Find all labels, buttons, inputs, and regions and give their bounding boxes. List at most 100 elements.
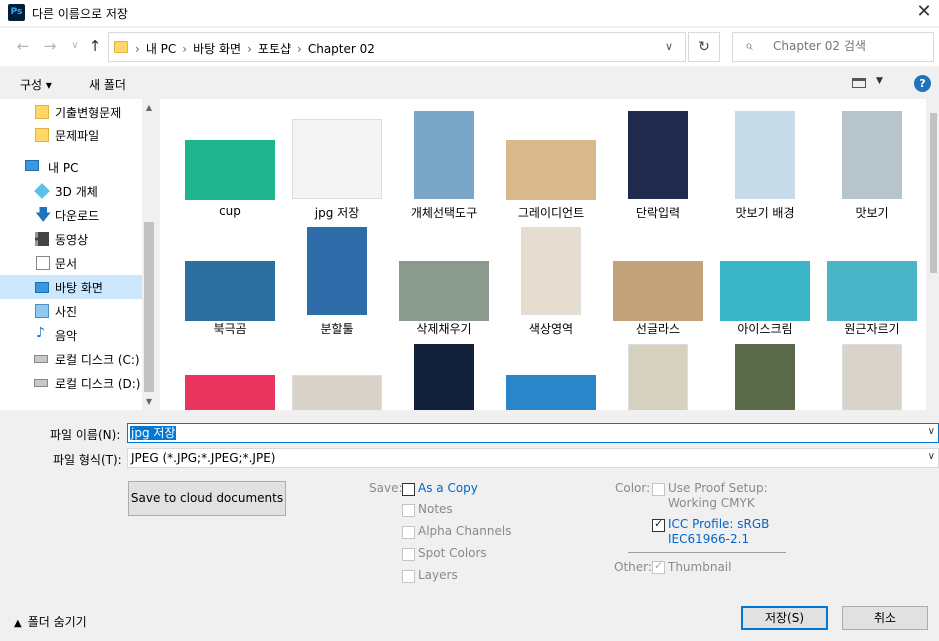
scroll-up-icon[interactable]: ▲ [144, 103, 154, 112]
file-item[interactable]: 북극곰 [182, 216, 278, 336]
address-dropdown-chevron-icon[interactable]: ∨ [665, 40, 673, 53]
sidebar-item-music[interactable]: ♪ 음악 [0, 323, 142, 347]
file-thumbnail [185, 375, 275, 410]
notes-checkbox [402, 504, 415, 517]
file-item[interactable] [503, 333, 599, 410]
folder-icon [114, 41, 128, 53]
use-proof-setup-checkbox [652, 483, 665, 496]
refresh-button[interactable]: ↻ [688, 32, 720, 62]
file-item[interactable] [289, 333, 385, 410]
file-item[interactable]: 색상영역 [503, 216, 599, 336]
new-folder-button[interactable]: 새 폴더 [89, 76, 126, 93]
crumb-item[interactable]: 포토샵 [258, 42, 291, 56]
scroll-down-icon[interactable]: ▼ [144, 397, 154, 406]
drive-icon [34, 355, 48, 363]
crumb-item[interactable]: 바탕 화면 [193, 42, 241, 56]
file-item[interactable]: 단락입력 [610, 99, 706, 220]
chevron-up-icon: ▲ [14, 618, 22, 629]
sidebar-item-downloads[interactable]: 🡇 다운로드 [0, 203, 142, 227]
file-item[interactable] [396, 333, 492, 410]
divider [628, 552, 786, 553]
search-box[interactable]: ⌕ [732, 32, 934, 62]
sidebar-item-label: 동영상 [55, 233, 89, 247]
sidebar-item-documents[interactable]: 문서 [0, 251, 142, 275]
file-item[interactable]: jpg 저장 [289, 99, 385, 220]
forward-arrow-icon[interactable]: → [41, 37, 59, 55]
sidebar-item-기출변형문제[interactable]: 기출변형문제 [0, 100, 142, 124]
pc-icon [25, 160, 39, 171]
sidebar-item-문제파일[interactable]: 문제파일 [0, 123, 142, 147]
file-thumbnail [307, 227, 367, 315]
file-item[interactable]: 맛보기 [824, 99, 920, 220]
file-thumbnail [414, 111, 474, 199]
file-item[interactable] [182, 333, 278, 410]
sidebar-item-desktop[interactable]: 바탕 화면 [0, 275, 142, 299]
file-name-label: 파일 이름(N): [50, 428, 121, 442]
hide-folders-toggle[interactable]: ▲ 폴더 숨기기 [14, 613, 87, 630]
save-to-cloud-button[interactable]: Save to cloud documents [128, 481, 286, 516]
file-item[interactable]: 원근자르기 [824, 216, 920, 336]
file-item[interactable] [717, 333, 813, 410]
file-list-scrollbar[interactable] [928, 99, 939, 410]
file-item[interactable]: 맛보기 배경 [717, 99, 813, 220]
notes-label: Notes [418, 502, 453, 516]
save-button[interactable]: 저장(S) [741, 606, 828, 630]
sidebar-item-pictures[interactable]: 사진 [0, 299, 142, 323]
recent-locations-chevron-icon[interactable]: ∨ [66, 37, 84, 55]
sidebar-item-videos[interactable]: 동영상 [0, 227, 142, 251]
file-item[interactable] [824, 333, 920, 410]
up-arrow-icon[interactable]: ↑ [86, 37, 104, 55]
file-name-input[interactable]: jpg 저장 ∨ [127, 423, 939, 443]
file-item[interactable]: 분할툴 [289, 216, 385, 336]
scrollbar-thumb[interactable] [144, 222, 154, 392]
sidebar-item-label: 사진 [55, 305, 78, 319]
file-item[interactable] [610, 333, 706, 410]
file-thumbnail [842, 344, 902, 410]
sidebar-scrollbar[interactable]: ▲ ▼ [142, 99, 156, 410]
organize-menu-button[interactable]: 구성 ▾ [20, 76, 52, 93]
back-arrow-icon[interactable]: ← [14, 37, 32, 55]
file-item[interactable]: 그레이디언트 [503, 99, 599, 220]
file-name-value[interactable]: jpg 저장 [130, 426, 177, 440]
alpha-channels-checkbox [402, 526, 415, 539]
help-icon[interactable]: ? [914, 75, 931, 92]
icc-profile-checkbox[interactable] [652, 517, 665, 532]
as-a-copy-checkbox[interactable] [402, 483, 415, 496]
file-item[interactable]: cup [182, 99, 278, 218]
file-item[interactable]: 선글라스 [610, 216, 706, 336]
icc-profile-label[interactable]: ICC Profile: sRGB [668, 517, 769, 531]
address-box[interactable]: › 내 PC › 바탕 화면 › 포토샵 › Chapter 02 ∨ [108, 32, 686, 62]
scrollbar-thumb[interactable] [930, 113, 937, 273]
file-type-select[interactable]: JPEG (*.JPG;*.JPEG;*.JPE) ∨ [127, 448, 939, 468]
spot-colors-label: Spot Colors [418, 546, 487, 560]
file-type-dropdown-icon[interactable]: ∨ [928, 451, 935, 462]
cancel-button[interactable]: 취소 [842, 606, 928, 630]
crumb-item[interactable]: 내 PC [146, 42, 176, 56]
search-input[interactable] [773, 39, 923, 53]
music-icon: ♪ [36, 325, 45, 341]
file-thumbnail [506, 140, 596, 200]
view-dropdown-icon[interactable]: ▼ [876, 76, 883, 86]
title-bar: Ps 다른 이름으로 저장 ✕ [0, 0, 939, 26]
close-button[interactable]: ✕ [909, 0, 939, 26]
hide-folders-label: 폴더 숨기기 [27, 615, 87, 629]
file-item[interactable]: 아이스크림 [717, 216, 813, 336]
icc-profile-value: IEC61966-2.1 [668, 532, 750, 546]
thumbnail-checkbox [652, 559, 665, 574]
file-item[interactable]: 삭제채우기 [396, 216, 492, 336]
as-a-copy-label[interactable]: As a Copy [418, 481, 478, 495]
file-item[interactable]: 개체선택도구 [396, 99, 492, 220]
file-thumbnail [827, 261, 917, 321]
sidebar-item-this-pc[interactable]: 내 PC [0, 155, 142, 179]
sidebar-item-drive-c[interactable]: 로컬 디스크 (C:) [0, 347, 142, 371]
view-options-icon[interactable] [852, 78, 866, 88]
sidebar-item-3d-objects[interactable]: 3D 개체 [0, 179, 142, 203]
navigation-pane: 기출변형문제 문제파일 내 PC 3D 개체 🡇 다운로드 동영상 문서 바탕 … [0, 99, 156, 410]
file-name-dropdown-icon[interactable]: ∨ [928, 426, 935, 437]
crumb-item[interactable]: Chapter 02 [308, 42, 375, 56]
sidebar-item-drive-d[interactable]: 로컬 디스크 (D:) [0, 371, 142, 395]
sidebar-item-label: 문서 [55, 257, 78, 271]
address-bar: ← → ∨ ↑ › 내 PC › 바탕 화면 › 포토샵 › Chapter 02 ∨ ↻ ⌕ [0, 28, 939, 66]
layers-checkbox [402, 570, 415, 583]
cube-icon [34, 183, 50, 199]
